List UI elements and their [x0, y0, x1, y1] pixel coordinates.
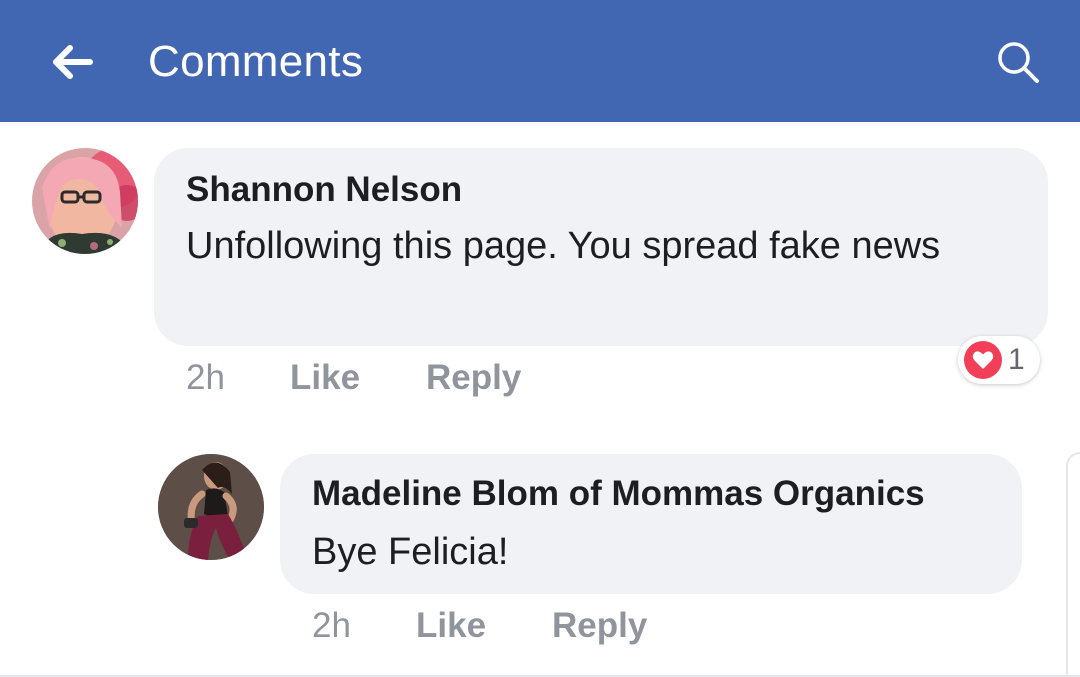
- comment-timestamp[interactable]: 2h: [312, 606, 351, 646]
- search-button[interactable]: [986, 30, 1050, 94]
- like-button[interactable]: Like: [290, 358, 360, 398]
- comment-author[interactable]: Shannon Nelson: [186, 170, 462, 210]
- avatar[interactable]: [158, 454, 264, 560]
- comment-text: Bye Felicia!: [312, 531, 509, 573]
- comment-timestamp[interactable]: 2h: [186, 358, 225, 398]
- divider: [1066, 452, 1080, 677]
- avatar-image: [158, 454, 264, 560]
- comment-author[interactable]: Madeline Blom of Mommas Organics: [312, 474, 925, 514]
- heart-icon: [972, 351, 994, 369]
- avatar[interactable]: [32, 148, 138, 254]
- arrow-left-icon: [53, 45, 93, 79]
- comment-text: Unfollowing this page. You spread fake n…: [186, 225, 941, 267]
- page-title: Comments: [148, 37, 364, 86]
- like-button[interactable]: Like: [416, 606, 486, 646]
- love-reaction: [964, 341, 1002, 379]
- reaction-count: 1: [1008, 343, 1025, 376]
- back-button[interactable]: [40, 32, 104, 92]
- avatar-image: [32, 148, 138, 254]
- reply-button[interactable]: Reply: [426, 358, 521, 398]
- search-icon: [998, 42, 1039, 83]
- reaction-summary[interactable]: 1: [958, 336, 1040, 384]
- reply-button[interactable]: Reply: [552, 606, 647, 646]
- app-header: Comments: [0, 0, 1080, 122]
